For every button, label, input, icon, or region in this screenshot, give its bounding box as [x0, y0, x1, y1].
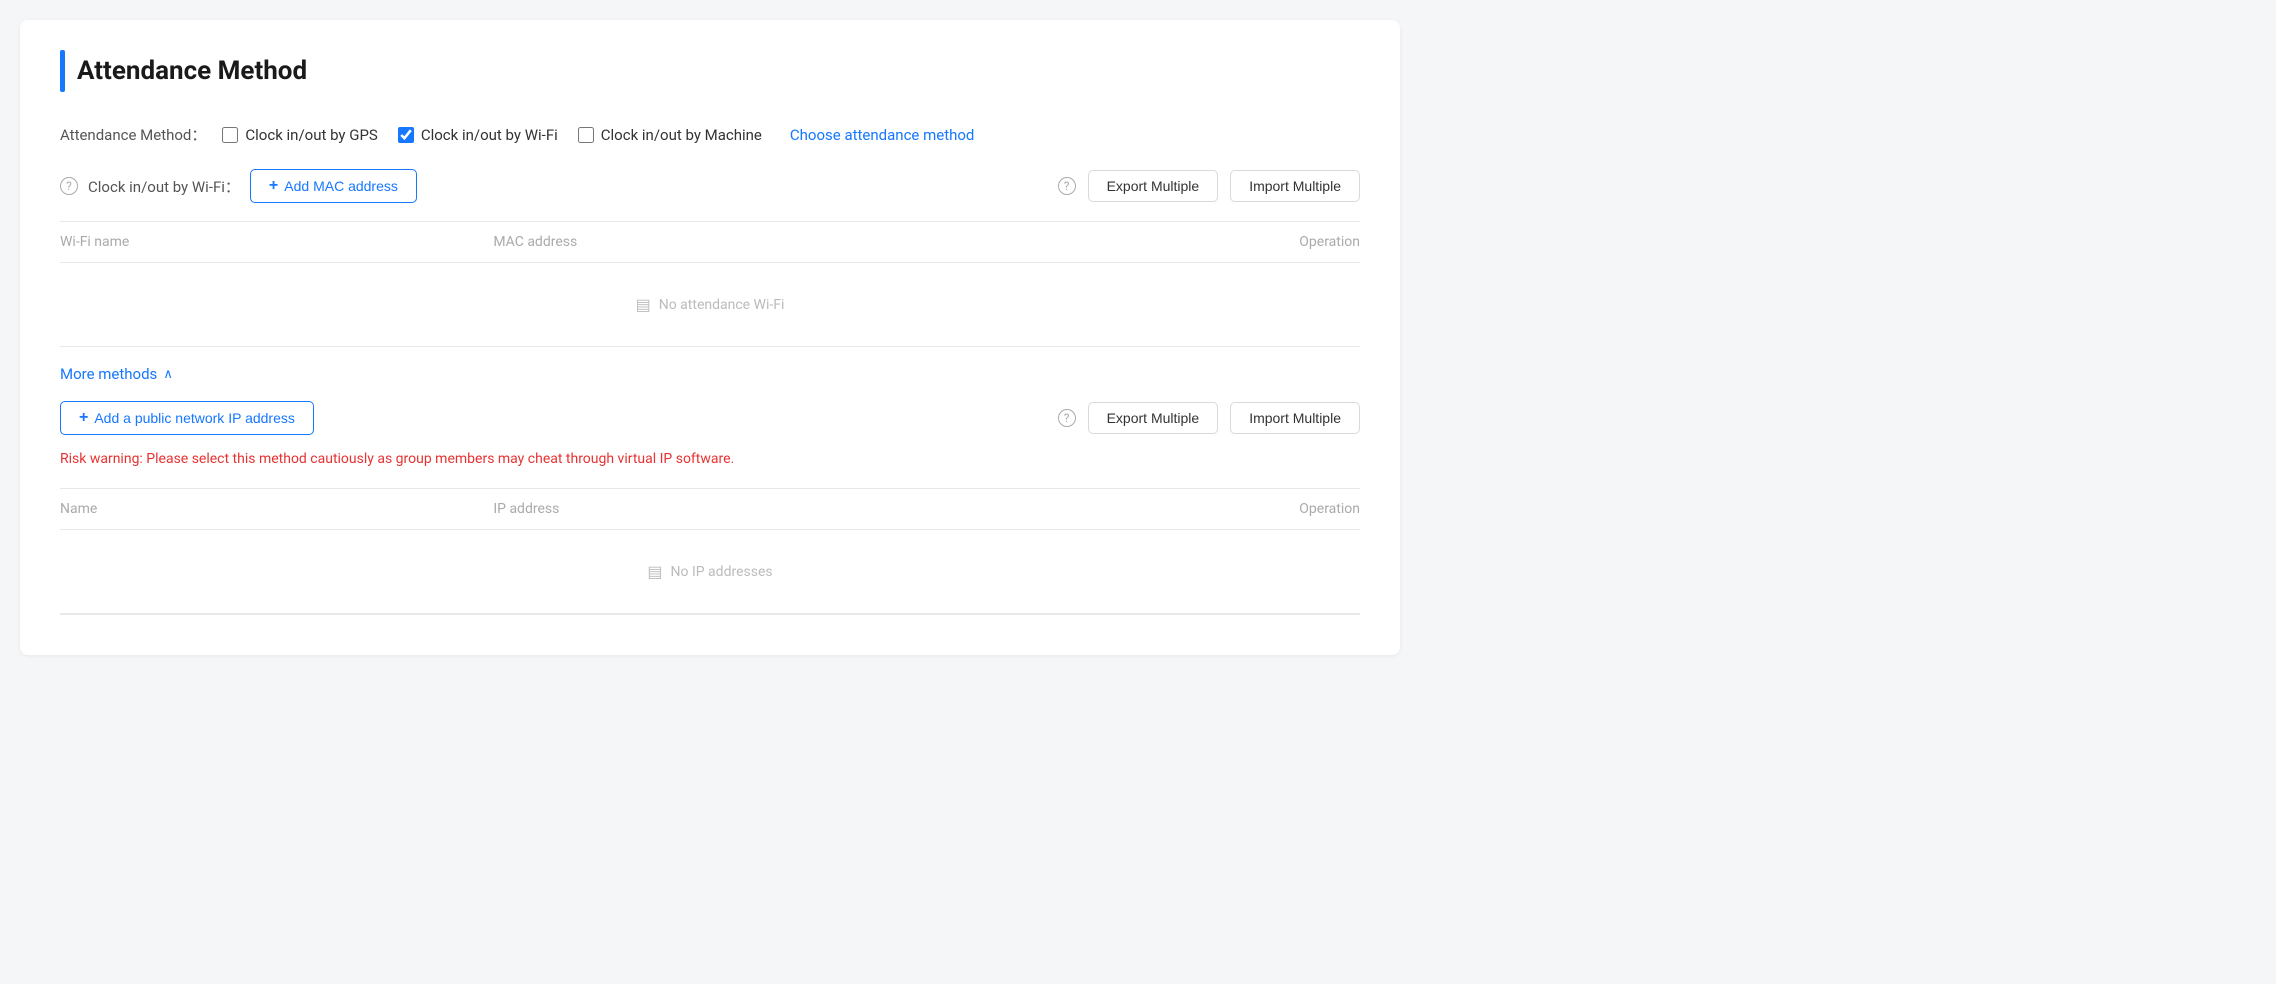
add-ip-label: Add a public network IP address — [94, 410, 295, 426]
ip-actions: ? Export Multiple Import Multiple — [1058, 402, 1360, 434]
ip-empty-icon: ▤ — [647, 562, 662, 581]
wifi-empty-row: ▤ No attendance Wi-Fi — [60, 263, 1360, 347]
ip-export-help-icon[interactable]: ? — [1058, 409, 1076, 427]
wifi-help-icon[interactable]: ? — [60, 177, 78, 195]
ip-bottom-divider — [60, 614, 1360, 615]
checkbox-gps-input[interactable] — [222, 127, 238, 143]
ip-empty-text: No IP addresses — [671, 564, 773, 580]
checkbox-machine[interactable]: Clock in/out by Machine — [578, 126, 762, 144]
ip-import-button[interactable]: Import Multiple — [1230, 402, 1360, 434]
checkbox-gps[interactable]: Clock in/out by GPS — [222, 126, 377, 144]
chevron-up-icon: ∧ — [163, 367, 173, 382]
risk-warning: Risk warning: Please select this method … — [60, 449, 1360, 470]
ip-col-operation: Operation — [927, 501, 1360, 517]
wifi-export-button[interactable]: Export Multiple — [1088, 170, 1219, 202]
page-title-section: Attendance Method — [60, 50, 1360, 92]
wifi-export-help-icon[interactable]: ? — [1058, 177, 1076, 195]
more-methods-toggle[interactable]: More methods ∧ — [60, 347, 1360, 401]
ip-col-name: Name — [60, 501, 493, 517]
ip-export-button[interactable]: Export Multiple — [1088, 402, 1219, 434]
add-ip-address-button[interactable]: + Add a public network IP address — [60, 401, 314, 435]
ip-section: + Add a public network IP address ? Expo… — [60, 401, 1360, 615]
wifi-table-header: Wi-Fi name MAC address Operation — [60, 222, 1360, 263]
wifi-empty-text: No attendance Wi-Fi — [659, 297, 785, 313]
wifi-import-button[interactable]: Import Multiple — [1230, 170, 1360, 202]
add-mac-label: Add MAC address — [284, 178, 398, 194]
more-methods-label: More methods — [60, 365, 157, 383]
title-accent-bar — [60, 50, 65, 92]
checkbox-wifi-input[interactable] — [398, 127, 414, 143]
attendance-method-card: Attendance Method Attendance Method： Clo… — [20, 20, 1400, 655]
checkbox-wifi[interactable]: Clock in/out by Wi-Fi — [398, 126, 558, 144]
wifi-empty-icon: ▤ — [636, 295, 651, 314]
checkbox-gps-label: Clock in/out by GPS — [245, 126, 377, 144]
attendance-method-row: Attendance Method： Clock in/out by GPS C… — [60, 124, 1360, 145]
wifi-section: ? Clock in/out by Wi-Fi： + Add MAC addre… — [60, 169, 1360, 347]
add-mac-plus-icon: + — [269, 177, 278, 195]
attendance-method-options: Clock in/out by GPS Clock in/out by Wi-F… — [222, 126, 762, 144]
add-mac-address-button[interactable]: + Add MAC address — [250, 169, 417, 203]
checkbox-machine-input[interactable] — [578, 127, 594, 143]
wifi-col-operation: Operation — [927, 234, 1360, 250]
wifi-actions: ? Export Multiple Import Multiple — [1058, 170, 1360, 202]
wifi-col-mac: MAC address — [493, 234, 926, 250]
wifi-col-name: Wi-Fi name — [60, 234, 493, 250]
attendance-method-label: Attendance Method： — [60, 124, 206, 145]
page-title: Attendance Method — [77, 56, 307, 86]
add-ip-plus-icon: + — [79, 409, 88, 427]
ip-col-address: IP address — [493, 501, 926, 517]
wifi-section-label: Clock in/out by Wi-Fi： — [88, 176, 240, 197]
checkbox-machine-label: Clock in/out by Machine — [601, 126, 762, 144]
ip-table-header: Name IP address Operation — [60, 489, 1360, 530]
ip-empty-row: ▤ No IP addresses — [60, 530, 1360, 614]
checkbox-wifi-label: Clock in/out by Wi-Fi — [421, 126, 558, 144]
choose-attendance-method-link[interactable]: Choose attendance method — [790, 126, 974, 144]
